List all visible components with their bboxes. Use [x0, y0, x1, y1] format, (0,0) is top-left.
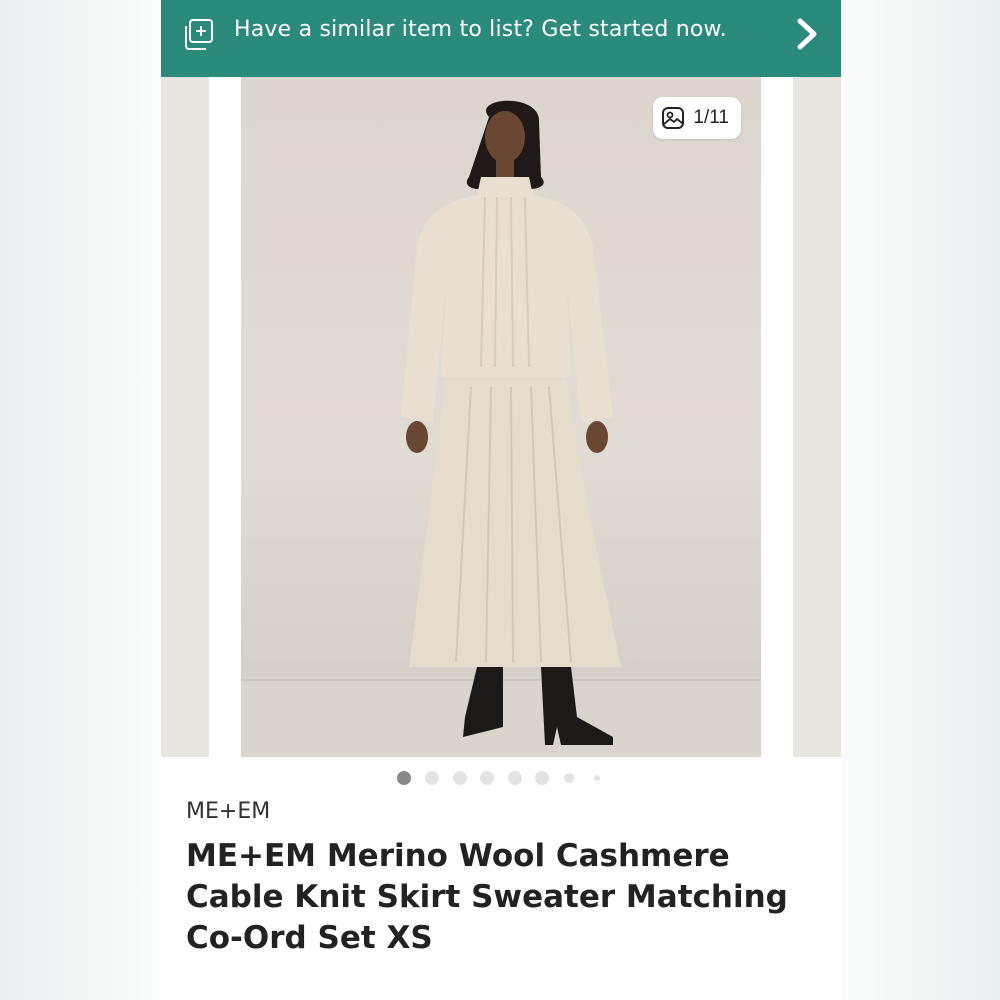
model-illustration	[241, 100, 761, 757]
image-counter: 1/11	[653, 97, 741, 139]
banner-text: Have a similar item to list? Get started…	[234, 17, 727, 42]
listing-title: ME+EM Merino Wool Cashmere Cable Knit Sk…	[186, 838, 788, 956]
chevron-right-icon[interactable]	[795, 16, 819, 52]
previous-image-peek[interactable]	[161, 77, 209, 757]
pagination-dot[interactable]	[564, 773, 574, 783]
list-similar-banner[interactable]: Have a similar item to list? Get started…	[161, 0, 841, 77]
listing-screen: Have a similar item to list? Get started…	[161, 0, 841, 1000]
pagination-dot[interactable]	[453, 771, 467, 785]
brand-name[interactable]: ME+EM	[186, 799, 270, 824]
product-photo[interactable]: 1/11	[241, 77, 761, 757]
pagination-dot[interactable]	[397, 771, 411, 785]
add-listing-icon	[185, 19, 213, 50]
pagination-dot[interactable]	[508, 771, 522, 785]
gallery-pagination[interactable]	[161, 770, 841, 786]
image-icon	[662, 107, 685, 129]
pagination-dot[interactable]	[535, 771, 549, 785]
image-gallery[interactable]: 1/11	[161, 77, 841, 757]
image-counter-text: 1/11	[693, 107, 729, 128]
pagination-dot[interactable]	[594, 775, 600, 781]
next-image-peek[interactable]	[793, 77, 841, 757]
pagination-dot[interactable]	[425, 771, 439, 785]
pagination-dot[interactable]	[480, 771, 494, 785]
